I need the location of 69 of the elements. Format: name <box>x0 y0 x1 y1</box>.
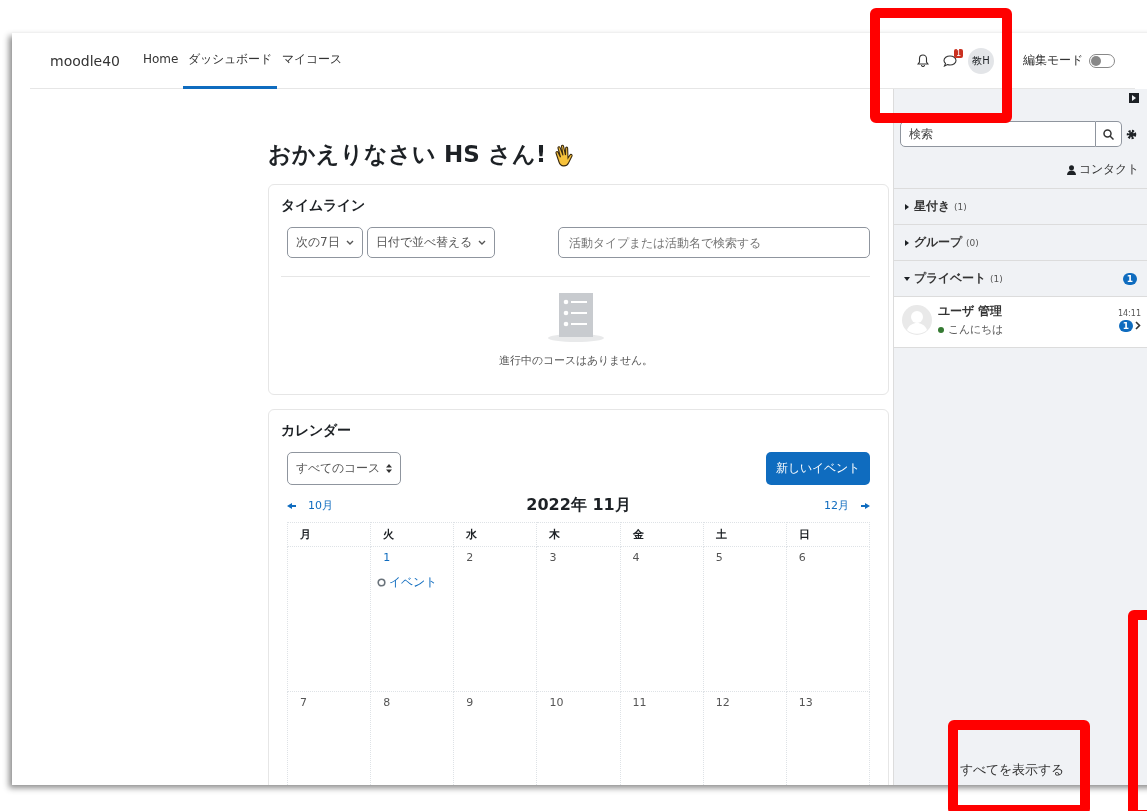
contact-name: ユーザ 管理 <box>938 303 1003 320</box>
day-number: 13 <box>798 696 814 709</box>
contact-search-field[interactable]: 検索 <box>900 121 1096 147</box>
filter-dropdown[interactable]: 日付で並べ替える <box>366 227 495 258</box>
card-title: カレンダー <box>281 422 352 440</box>
unread-badge: 1 <box>953 48 963 58</box>
nav-tab[interactable]: ダッシュボード <box>183 33 278 89</box>
caret-icon <box>904 275 910 282</box>
chevron-down-icon <box>477 239 486 246</box>
contacts-link[interactable]: コンタクト <box>1059 147 1147 188</box>
view-all-link[interactable]: すべてを表示する <box>960 761 1064 779</box>
nav-tab[interactable]: Home <box>138 33 184 89</box>
person-icon <box>1067 164 1076 175</box>
edit-mode-label: 編集モード <box>1023 52 1083 69</box>
weekday-header: 日 <box>786 522 870 547</box>
section-header[interactable]: グループ (0) <box>894 224 1147 260</box>
arrow-left-icon <box>287 502 296 509</box>
weekday-header: 水 <box>453 522 537 547</box>
conversation-item[interactable]: ユーザ 管理 こんにちは 14:11 1 <box>894 296 1147 348</box>
weekday-header: 木 <box>536 522 621 547</box>
welcome-heading: おかえりなさい HS さん! <box>268 140 547 169</box>
chat-icon[interactable] <box>943 54 957 67</box>
search-icon <box>1103 128 1114 140</box>
day-number: 10 <box>549 696 565 709</box>
unread-badge: 1 <box>1118 319 1133 332</box>
course-dropdown[interactable]: すべてのコース <box>287 452 401 485</box>
last-message: こんにちは <box>948 322 1003 337</box>
day-number: 4 <box>632 551 641 564</box>
month-title: 2022年 11月 <box>526 495 631 516</box>
day-number: 6 <box>798 551 807 564</box>
next-month-link[interactable]: 12月 <box>824 498 870 513</box>
new-event-button[interactable]: 新しいイベント <box>766 452 870 485</box>
caret-icon <box>904 239 910 246</box>
day-number: 8 <box>383 696 392 709</box>
filter-dropdown[interactable]: 次の7日 <box>287 227 363 258</box>
weekday-header: 月 <box>287 522 371 547</box>
chevron-right-icon <box>1135 321 1141 330</box>
day-number: 9 <box>466 696 475 709</box>
caret-icon <box>904 203 910 210</box>
calendar-event[interactable]: イベント <box>377 574 438 591</box>
sort-arrows-icon <box>386 464 392 473</box>
unread-badge: 1 <box>1122 272 1137 285</box>
event-icon <box>377 578 387 587</box>
section-header[interactable]: 星付き (1) <box>894 188 1147 224</box>
day-number[interactable]: 1 <box>383 551 442 564</box>
activity-search-field[interactable]: 活動タイプまたは活動名で検索する <box>558 227 870 258</box>
day-number: 12 <box>715 696 731 709</box>
nav-tab[interactable]: マイコース <box>277 33 348 89</box>
empty-message: 進行中のコースはありません。 <box>498 353 653 368</box>
day-number: 7 <box>300 696 308 709</box>
day-number: 11 <box>632 696 648 709</box>
settings-icon[interactable] <box>1126 128 1137 140</box>
weekday-header: 金 <box>620 522 704 547</box>
bell-icon[interactable] <box>917 54 929 67</box>
weekday-header: 土 <box>703 522 787 547</box>
day-number: 2 <box>466 551 475 564</box>
site-name[interactable]: moodle40 <box>50 52 120 69</box>
day-number: 5 <box>715 551 724 564</box>
previous-month-link[interactable]: 10月 <box>287 498 333 513</box>
expand-icon[interactable] <box>1129 93 1139 103</box>
search-button[interactable] <box>1096 121 1122 147</box>
arrow-right-icon <box>861 502 870 509</box>
message-time: 14:11 <box>1117 308 1141 318</box>
list-document-icon <box>547 293 604 343</box>
weekday-header: 火 <box>370 522 454 547</box>
user-avatar[interactable]: 教H <box>968 47 994 74</box>
card-title: タイムライン <box>281 197 366 215</box>
chevron-down-icon <box>345 239 354 246</box>
day-number: 3 <box>549 551 558 564</box>
